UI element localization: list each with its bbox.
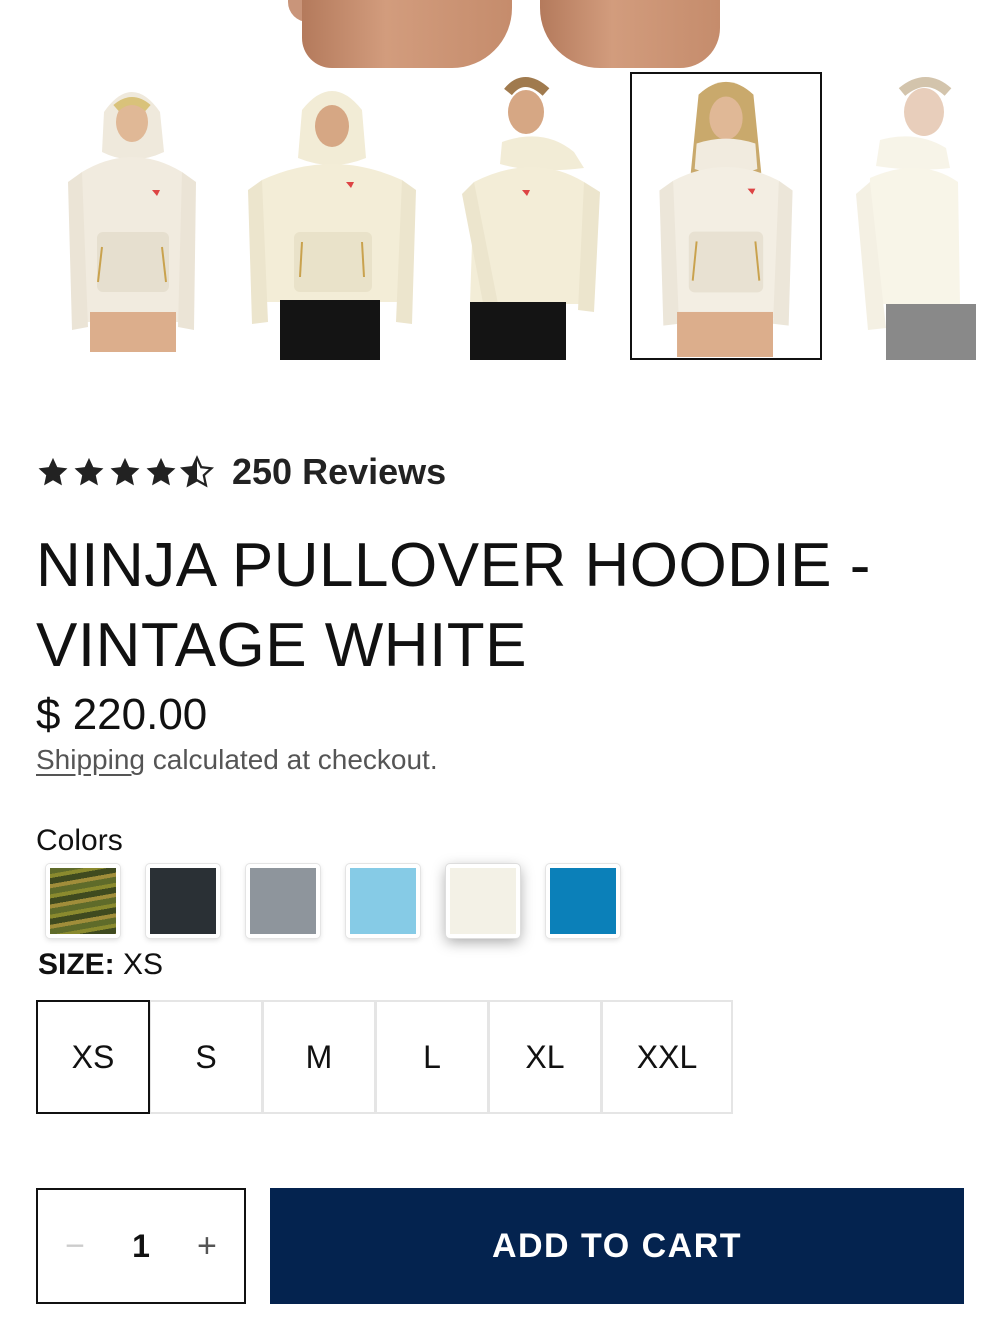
- swatch-ocean-blue[interactable]: [546, 864, 620, 938]
- model-leg-right: [540, 0, 720, 68]
- thumbnail-5[interactable]: [846, 72, 976, 360]
- main-product-image[interactable]: [0, 0, 1000, 68]
- size-option-xs[interactable]: XS: [36, 1000, 150, 1114]
- swatch-sky-blue[interactable]: [346, 864, 420, 938]
- shipping-note: Shipping calculated at checkout.: [36, 744, 438, 776]
- increase-quantity-button[interactable]: +: [192, 1227, 222, 1266]
- star-full-icon: [146, 457, 176, 486]
- size-selector: XS S M L XL XXL: [36, 1000, 733, 1114]
- star-full-icon: [110, 457, 140, 486]
- product-photo-man-hood: [248, 91, 416, 360]
- star-full-icon: [74, 457, 104, 486]
- model-leg-left: [302, 0, 512, 68]
- quantity-stepper: − 1 +: [36, 1188, 246, 1304]
- product-photo-woman-hood: [68, 92, 196, 352]
- swatch-heather-grey[interactable]: [246, 864, 320, 938]
- reviews-link[interactable]: 250 Reviews: [232, 451, 446, 493]
- colors-label: Colors: [36, 824, 123, 857]
- decrease-quantity-button[interactable]: −: [60, 1227, 90, 1266]
- quantity-value[interactable]: 1: [132, 1228, 150, 1265]
- product-price: $ 220.00: [36, 690, 208, 739]
- product-photo-man-side: [462, 77, 600, 360]
- swatch-charcoal[interactable]: [146, 864, 220, 938]
- swatch-camo[interactable]: [46, 864, 120, 938]
- product-photo-man-profile: [856, 77, 976, 360]
- thumbnail-4[interactable]: [630, 72, 822, 360]
- star-half-icon: [180, 455, 214, 488]
- thumbnail-2[interactable]: [234, 72, 426, 360]
- size-label: SIZE: XS: [38, 948, 163, 982]
- swatch-vintage-white[interactable]: [446, 864, 520, 938]
- product-title: NINJA PULLOVER HOODIE - VINTAGE WHITE: [36, 531, 871, 680]
- selected-size: XS: [123, 948, 164, 981]
- size-option-s[interactable]: S: [149, 1000, 263, 1114]
- product-photo-woman-front: [659, 81, 793, 357]
- size-option-xxl[interactable]: XXL: [601, 1000, 733, 1114]
- size-option-l[interactable]: L: [375, 1000, 489, 1114]
- star-full-icon: [38, 457, 68, 486]
- size-option-xl[interactable]: XL: [488, 1000, 602, 1114]
- star-rating: [36, 455, 214, 489]
- shipping-text: calculated at checkout.: [144, 744, 438, 775]
- product-rating[interactable]: 250 Reviews: [36, 450, 446, 494]
- thumbnail-1[interactable]: [42, 72, 234, 360]
- thumbnail-3[interactable]: [424, 72, 616, 360]
- add-to-cart-button[interactable]: ADD TO CART: [270, 1188, 964, 1304]
- size-label-key: SIZE:: [38, 948, 115, 981]
- thumbnail-gallery: [0, 72, 1000, 364]
- size-option-m[interactable]: M: [262, 1000, 376, 1114]
- color-swatches: [46, 864, 620, 938]
- shipping-link[interactable]: Shipping: [36, 744, 145, 775]
